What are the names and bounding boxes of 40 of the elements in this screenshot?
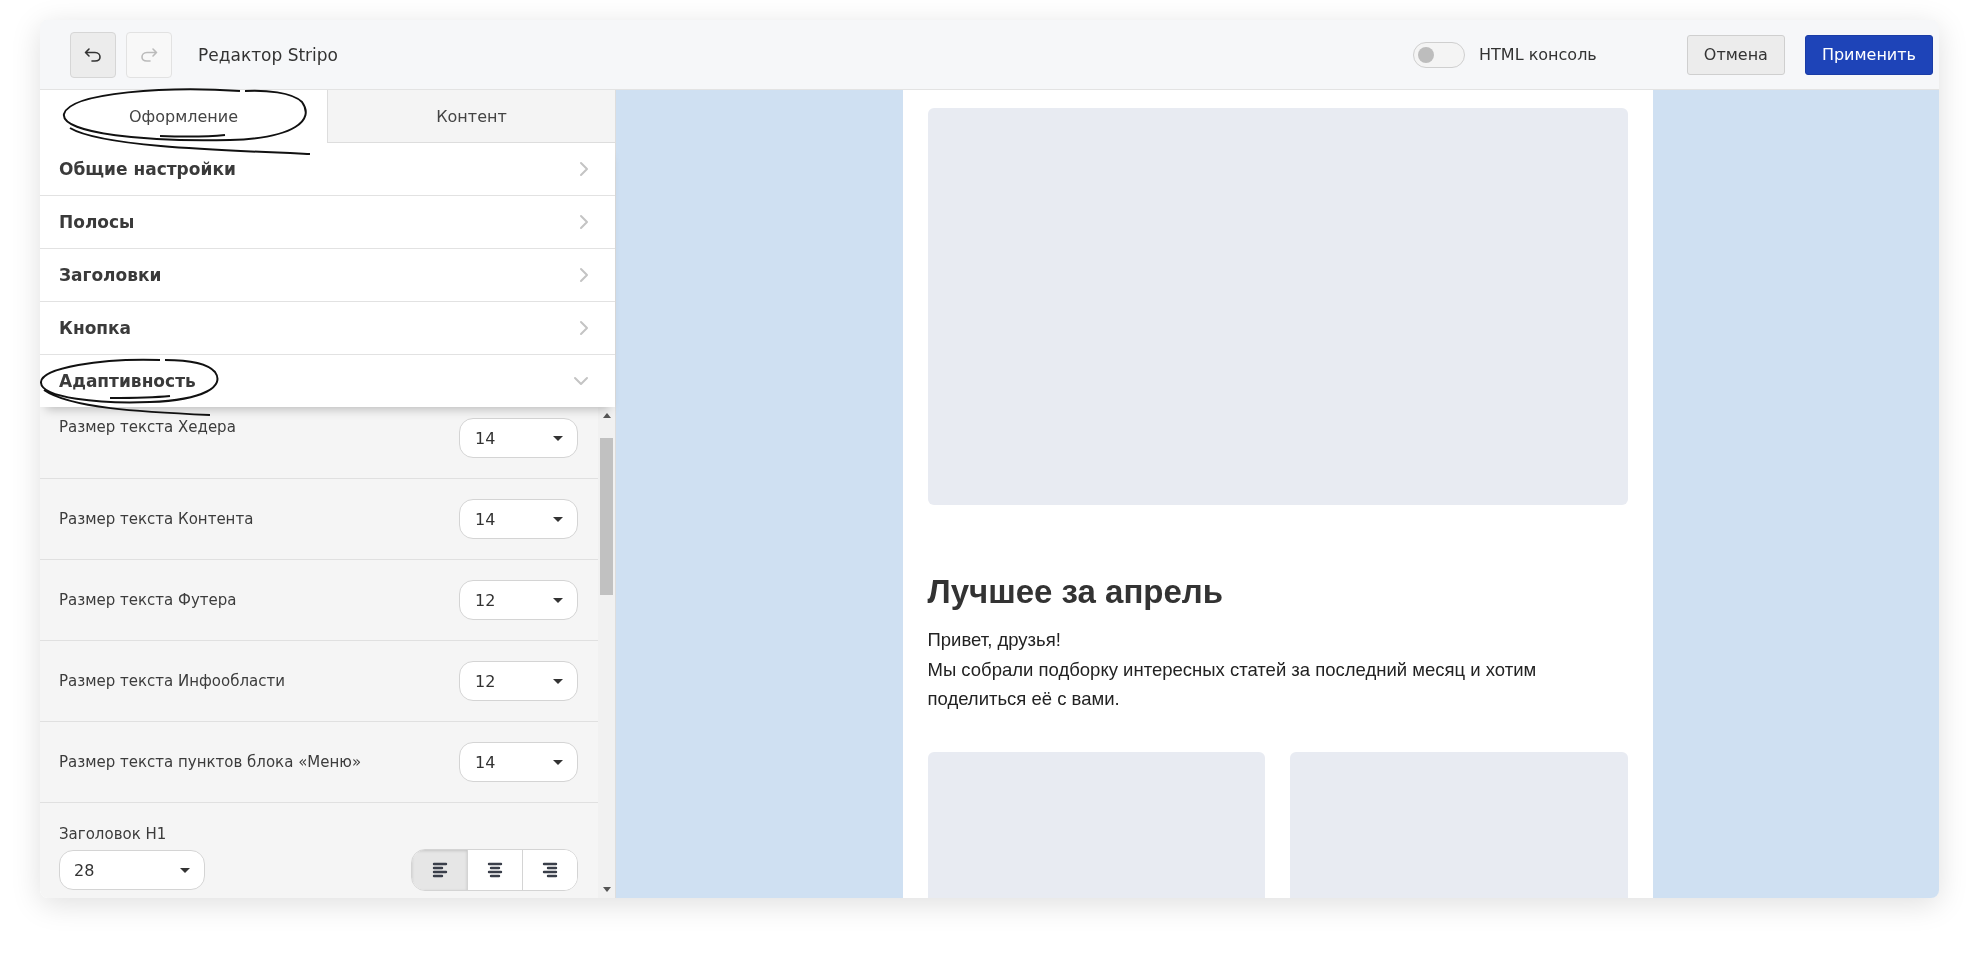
setting-label: Размер текста Хедера [59, 418, 236, 436]
caret-icon [180, 867, 190, 873]
dropdown[interactable]: 12 [459, 661, 578, 701]
redo-icon [140, 46, 158, 63]
caret-icon [553, 435, 563, 441]
accordion-header[interactable]: Общие настройки [40, 143, 615, 196]
setting-label: Заголовок H1 [59, 825, 168, 843]
caret-icon [553, 597, 563, 603]
align-right-icon [542, 862, 558, 878]
email-text: Привет, друзья! Мы собрали подборку интересных статей за последний месяц и хотим поделиться её с вами. [927, 628, 1538, 712]
window-title: Редактор Stripo [198, 44, 338, 65]
setting-label: Размер текста Футера [59, 591, 237, 609]
setting-label: Размер текста пунктов блока «Меню» [59, 753, 362, 771]
undo-icon [84, 46, 102, 63]
toggle-label: HTML консоль [1479, 45, 1597, 64]
cancel-button[interactable]: Отмена [1686, 34, 1785, 75]
align-left-icon [431, 862, 448, 878]
dropdown[interactable]: 14 [459, 418, 578, 458]
apply-button[interactable]: Применить [1804, 34, 1933, 75]
accordion-header[interactable]: Адаптивность [40, 355, 615, 407]
dropdown[interactable]: 28 [59, 850, 205, 890]
undo-button[interactable] [70, 31, 116, 78]
caret-icon [553, 516, 563, 522]
align-button[interactable] [412, 850, 467, 890]
tab[interactable]: Контент [327, 90, 615, 143]
accordion-header[interactable]: Полосы [40, 196, 615, 249]
setting-label: Размер текста Инфообласти [59, 672, 285, 690]
scrollbar[interactable] [598, 407, 615, 898]
toggle-switch[interactable] [1413, 41, 1466, 68]
accordion-header[interactable]: Заголовки [40, 249, 615, 302]
accordion-header[interactable]: Кнопка [40, 302, 615, 355]
setting-label: Размер текста Контента [59, 510, 254, 528]
email-heading: Лучшее за апрель [927, 573, 1225, 611]
dropdown[interactable]: 14 [459, 742, 578, 782]
caret-icon [553, 759, 563, 765]
align-center-icon [487, 862, 503, 878]
caret-icon [553, 678, 563, 684]
dropdown[interactable]: 12 [459, 580, 578, 620]
dropdown[interactable]: 14 [459, 499, 578, 539]
align-button[interactable] [522, 850, 577, 890]
